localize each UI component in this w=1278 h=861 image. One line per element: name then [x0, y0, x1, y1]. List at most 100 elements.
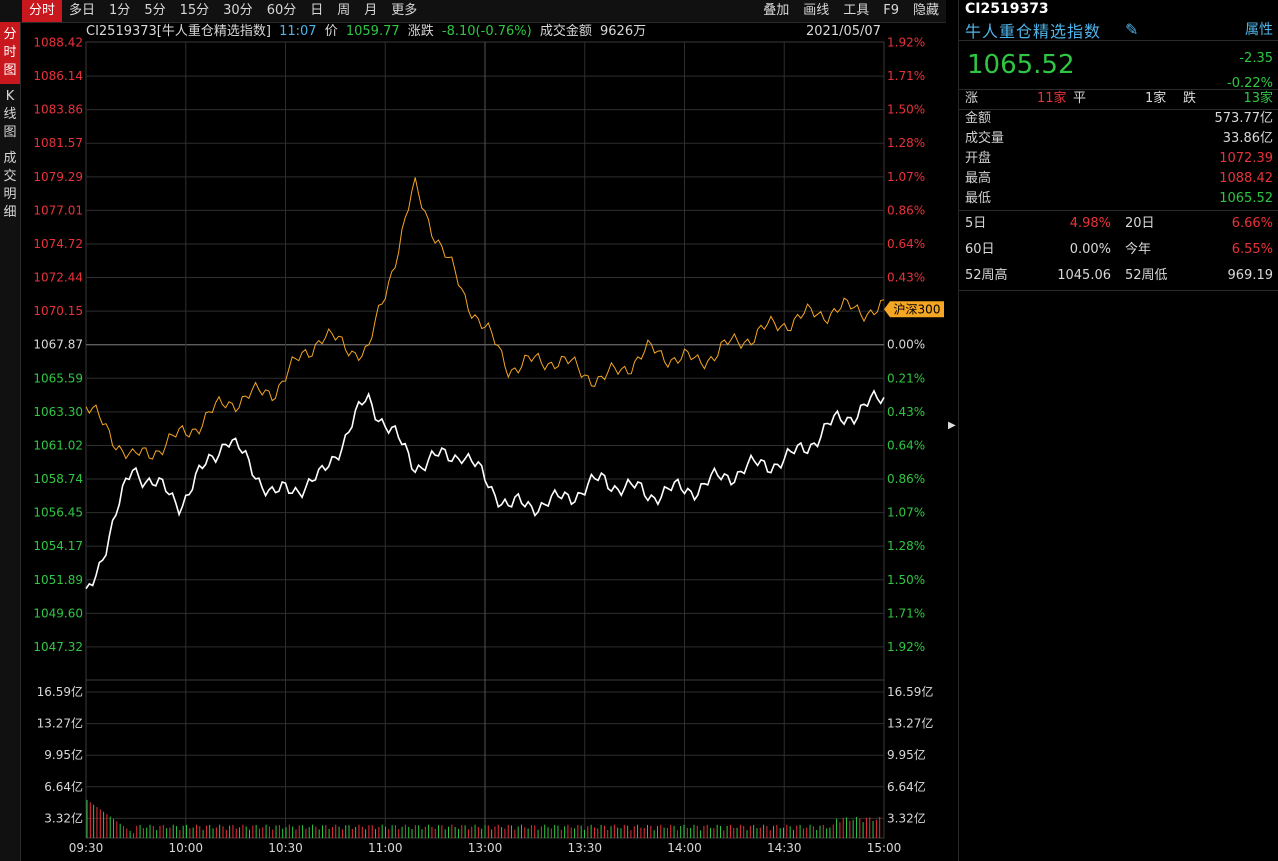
stat-row: 金额 573.77亿	[965, 109, 1273, 129]
period-value: 1045.06	[1057, 268, 1111, 283]
attributes-button[interactable]: 属性	[1245, 19, 1273, 39]
period-value: 969.19	[1227, 268, 1274, 283]
period-row: 60日 0.00% 今年 6.55%	[965, 240, 1273, 260]
breadth-flat: 1家	[1145, 91, 1167, 106]
pct-tick: 1.71%	[887, 606, 925, 620]
price-tick: 1086.14	[33, 69, 83, 83]
time-tick: 15:00	[867, 841, 902, 855]
divider	[959, 210, 1278, 211]
period-label: 60日	[965, 242, 995, 257]
price-tick: 1083.86	[33, 103, 83, 117]
vol-tick: 3.32亿	[44, 810, 83, 825]
pct-tick: 0.43%	[887, 271, 925, 285]
stat-row: 最高 1088.42	[965, 169, 1273, 189]
vol-tick-right: 16.59亿	[887, 684, 933, 699]
price-tick: 1081.57	[33, 136, 83, 150]
time-tick: 10:00	[168, 841, 203, 855]
vol-tick: 9.95亿	[44, 747, 83, 762]
price-tick: 1067.87	[33, 338, 83, 352]
price-tick: 1065.59	[33, 371, 83, 385]
price-tick: 1051.89	[33, 573, 83, 587]
stat-value: 1088.42	[1219, 171, 1273, 186]
price-tick: 1047.32	[33, 640, 83, 654]
price-tick: 1063.30	[33, 405, 83, 419]
breadth-row: 涨 11家 平 1家 跌 13家	[965, 89, 1273, 109]
breadth-up: 11家	[1037, 91, 1067, 106]
pct-tick: 0.64%	[887, 438, 925, 452]
price-tick: 1049.60	[33, 606, 83, 620]
period-label: 52周低	[1125, 268, 1168, 283]
price-tick: 1077.01	[33, 203, 83, 217]
divider	[959, 290, 1278, 291]
price-tick: 1088.42	[33, 36, 83, 50]
price-tick: 1079.29	[33, 170, 83, 184]
pencil-icon[interactable]: ✎	[1125, 20, 1138, 39]
price-tick: 1058.74	[33, 472, 83, 486]
price-tick: 1054.17	[33, 539, 83, 553]
divider	[959, 40, 1278, 41]
time-tick: 09:30	[69, 841, 104, 855]
pct-tick: 1.28%	[887, 539, 925, 553]
period-row: 52周高 1045.06 52周低 969.19	[965, 266, 1273, 286]
stat-label: 金额	[965, 111, 992, 126]
breadth-flat-label: 平	[1073, 91, 1087, 106]
vol-tick: 16.59亿	[37, 684, 83, 699]
pct-tick: 0.21%	[887, 371, 925, 385]
period-row: 5日 4.98% 20日 6.66%	[965, 214, 1273, 234]
pct-tick: 1.50%	[887, 573, 925, 587]
stat-value: 1065.52	[1219, 191, 1273, 206]
time-tick: 11:00	[368, 841, 403, 855]
stat-row: 开盘 1072.39	[965, 149, 1273, 169]
price-tick: 1070.15	[33, 304, 83, 318]
pct-tick: 1.07%	[887, 506, 925, 520]
time-tick: 13:00	[468, 841, 503, 855]
stat-label: 开盘	[965, 151, 992, 166]
price-tick: 1061.02	[33, 438, 83, 452]
pct-tick: 0.86%	[887, 203, 925, 217]
breadth-up-label: 涨	[965, 91, 979, 106]
price-tick: 1072.44	[33, 271, 83, 285]
price-tick: 1056.45	[33, 506, 83, 520]
pct-tick: 0.43%	[887, 405, 925, 419]
vol-tick-right: 6.64亿	[887, 779, 926, 794]
stat-row: 最低 1065.52	[965, 189, 1273, 209]
time-tick: 10:30	[268, 841, 303, 855]
time-tick: 14:00	[667, 841, 702, 855]
time-tick: 13:30	[567, 841, 602, 855]
period-value: 0.00%	[1069, 242, 1111, 257]
period-label: 20日	[1125, 216, 1155, 231]
vol-tick: 13.27亿	[37, 716, 83, 731]
pct-tick: 1.50%	[887, 103, 925, 117]
stat-value: 1072.39	[1219, 151, 1273, 166]
vol-tick: 6.64亿	[44, 779, 83, 794]
intraday-chart[interactable]: 1088.42 1.92% 1086.14 1.71% 1083.86 1.50% 1081…	[0, 0, 946, 861]
vol-tick-right: 9.95亿	[887, 747, 926, 762]
period-label: 5日	[965, 216, 987, 231]
vol-tick-right: 13.27亿	[887, 716, 933, 731]
pct-tick: 1.28%	[887, 136, 925, 150]
breadth-down: 13家	[1243, 91, 1273, 106]
pct-tick: 1.92%	[887, 36, 925, 50]
price-tick: 1074.72	[33, 237, 83, 251]
stat-label: 最高	[965, 171, 992, 186]
pct-tick: 0.64%	[887, 237, 925, 251]
stat-label: 成交量	[965, 131, 1005, 146]
pct-tick: 1.07%	[887, 170, 925, 184]
pct-tick: 1.71%	[887, 69, 925, 83]
quote-panel: CI2519373 牛人重仓精选指数 ✎ 属性 1065.52 -2.35 -0…	[958, 0, 1278, 861]
panel-index-name: 牛人重仓精选指数	[965, 22, 1102, 41]
time-tick: 14:30	[767, 841, 802, 855]
breadth-down-label: 跌	[1183, 91, 1197, 106]
panel-change: -2.35	[1239, 51, 1273, 66]
stat-value: 33.86亿	[1222, 131, 1273, 146]
period-label: 52周高	[965, 268, 1008, 283]
panel-code: CI2519373	[965, 1, 1049, 17]
expand-arrow-icon[interactable]: ▶	[948, 420, 956, 431]
period-value: 4.98%	[1069, 216, 1111, 231]
period-value: 6.55%	[1231, 242, 1273, 257]
panel-price: 1065.52	[967, 50, 1075, 80]
stat-value: 573.77亿	[1214, 111, 1274, 126]
overlay-tag-label: 沪深300	[894, 302, 941, 316]
stat-row: 成交量 33.86亿	[965, 129, 1273, 149]
pct-tick: 1.92%	[887, 640, 925, 654]
